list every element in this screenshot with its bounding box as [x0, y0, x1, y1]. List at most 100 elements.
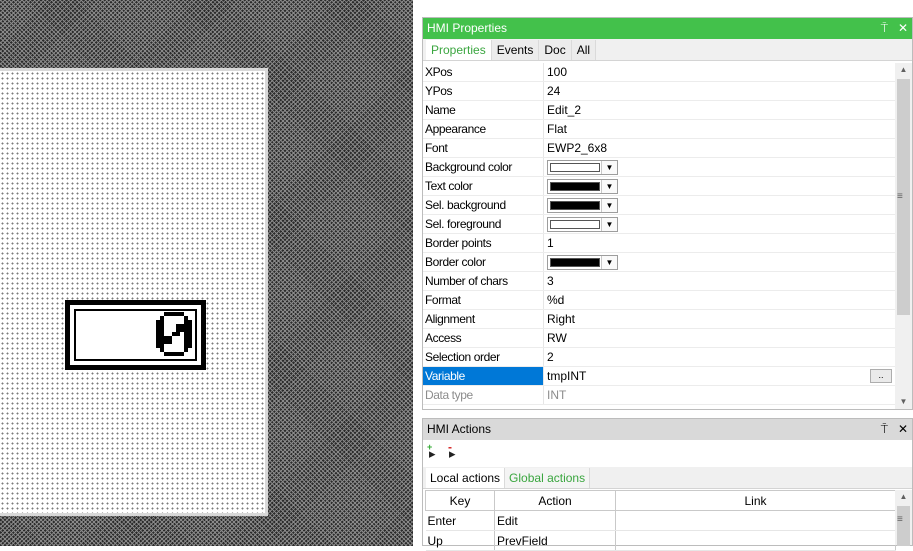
property-name[interactable]: Text color [423, 177, 544, 195]
color-picker-dropdown[interactable]: ▼ [547, 160, 618, 175]
edit-field-widget[interactable] [65, 300, 206, 370]
property-name[interactable]: Sel. background [423, 196, 544, 214]
chevron-down-icon[interactable]: ▼ [601, 256, 617, 269]
close-icon[interactable]: ✕ [898, 419, 908, 440]
color-picker-dropdown[interactable]: ▼ [547, 179, 618, 194]
property-row[interactable]: Border color ▼ [423, 253, 896, 272]
property-name[interactable]: Access [423, 329, 544, 347]
pin-icon[interactable]: ⍑ [881, 18, 888, 39]
properties-panel-title-bar[interactable]: HMI Properties ⍑ ✕ [423, 18, 912, 39]
property-row[interactable]: Number of chars 3 [423, 272, 896, 291]
property-name[interactable]: Font [423, 139, 544, 157]
action-key-cell[interactable]: Enter [425, 510, 495, 531]
property-row[interactable]: Alignment Right [423, 310, 896, 329]
tab-all[interactable]: All [571, 40, 597, 60]
property-row[interactable]: Format %d [423, 291, 896, 310]
tab-global-actions[interactable]: Global actions [505, 468, 591, 488]
properties-scrollbar[interactable]: ▲ ≡ ▼ [895, 63, 912, 409]
property-row[interactable]: Name Edit_2 [423, 101, 896, 120]
property-row[interactable]: Sel. background ▼ [423, 196, 896, 215]
property-value[interactable]: INT [544, 386, 896, 404]
property-value[interactable]: Right [544, 310, 896, 328]
property-row[interactable]: YPos 24 [423, 82, 896, 101]
property-name[interactable]: Variable [423, 367, 544, 385]
column-header-link[interactable]: Link [615, 490, 896, 511]
scroll-up-icon[interactable]: ▲ [895, 63, 912, 77]
tab-events[interactable]: Events [491, 40, 540, 60]
scroll-thumb[interactable] [897, 506, 910, 546]
property-value[interactable]: RW [544, 329, 896, 347]
property-row[interactable]: Font EWP2_6x8 [423, 139, 896, 158]
add-action-icon[interactable]: + ▸ [427, 442, 436, 462]
property-name[interactable]: Border points [423, 234, 544, 252]
property-row[interactable]: Appearance Flat [423, 120, 896, 139]
tab-properties[interactable]: Properties [426, 40, 492, 60]
property-value[interactable]: ▼ [544, 215, 896, 233]
property-name[interactable]: YPos [423, 82, 544, 100]
property-value[interactable]: 2 [544, 348, 896, 366]
property-value[interactable]: Flat [544, 120, 896, 138]
table-row[interactable]: Up PrevField [425, 530, 896, 551]
property-name[interactable]: Name [423, 101, 544, 119]
tab-doc[interactable]: Doc [539, 40, 572, 60]
property-name[interactable]: Data type [423, 386, 544, 404]
property-name[interactable]: Background color [423, 158, 544, 176]
property-name[interactable]: Appearance [423, 120, 544, 138]
property-name[interactable]: Sel. foreground [423, 215, 544, 233]
action-name-cell[interactable]: Edit [494, 510, 616, 531]
property-value[interactable]: ▼ [544, 177, 896, 195]
property-value[interactable]: 1 [544, 234, 896, 252]
property-value[interactable]: ▼ [544, 158, 896, 176]
property-row[interactable]: Access RW [423, 329, 896, 348]
property-row[interactable]: Text color ▼ [423, 177, 896, 196]
property-name[interactable]: XPos [423, 63, 544, 81]
property-value-text: EWP2_6x8 [547, 141, 608, 155]
property-row[interactable]: XPos 100 [423, 63, 896, 82]
property-row[interactable]: Data type INT [423, 386, 896, 405]
action-link-cell[interactable] [615, 530, 896, 551]
tab-local-actions[interactable]: Local actions [426, 468, 506, 488]
property-value[interactable]: EWP2_6x8 [544, 139, 896, 157]
property-row[interactable]: Selection order 2 [423, 348, 896, 367]
property-name[interactable]: Border color [423, 253, 544, 271]
close-icon[interactable]: ✕ [898, 18, 908, 39]
property-name[interactable]: Format [423, 291, 544, 309]
action-key-cell[interactable]: Up [425, 530, 495, 551]
hmi-screen-page[interactable] [0, 68, 268, 516]
chevron-down-icon[interactable]: ▼ [601, 180, 617, 193]
column-header-key[interactable]: Key [425, 490, 495, 511]
color-picker-dropdown[interactable]: ▼ [547, 217, 618, 232]
color-picker-dropdown[interactable]: ▼ [547, 198, 618, 213]
color-picker-dropdown[interactable]: ▼ [547, 255, 618, 270]
property-row[interactable]: Background color ▼ [423, 158, 896, 177]
property-name[interactable]: Selection order [423, 348, 544, 366]
property-value[interactable]: tmpINT.. [544, 367, 896, 385]
action-link-cell[interactable] [615, 510, 896, 531]
pin-icon[interactable]: ⍑ [881, 419, 888, 440]
property-value[interactable]: 100 [544, 63, 896, 81]
property-row[interactable]: Border points 1 [423, 234, 896, 253]
scroll-up-icon[interactable]: ▲ [895, 490, 912, 504]
property-value[interactable]: Edit_2 [544, 101, 896, 119]
scroll-down-icon[interactable]: ▼ [895, 395, 912, 409]
action-name-cell[interactable]: PrevField [494, 530, 616, 551]
property-value[interactable]: ▼ [544, 196, 896, 214]
column-header-action[interactable]: Action [494, 490, 616, 511]
chevron-down-icon[interactable]: ▼ [601, 199, 617, 212]
actions-scrollbar[interactable]: ▲ ≡ [895, 490, 912, 546]
browse-variable-button[interactable]: .. [870, 369, 892, 383]
property-value[interactable]: ▼ [544, 253, 896, 271]
remove-action-icon[interactable]: - ▸ [448, 440, 456, 462]
chevron-down-icon[interactable]: ▼ [601, 218, 617, 231]
property-value[interactable]: %d [544, 291, 896, 309]
table-row[interactable]: Enter Edit [425, 510, 896, 531]
chevron-down-icon[interactable]: ▼ [601, 161, 617, 174]
property-row[interactable]: Sel. foreground ▼ [423, 215, 896, 234]
design-canvas[interactable] [0, 0, 413, 546]
property-row[interactable]: Variable tmpINT.. [423, 367, 896, 386]
property-value[interactable]: 24 [544, 82, 896, 100]
property-name[interactable]: Number of chars [423, 272, 544, 290]
actions-panel-title-bar[interactable]: HMI Actions ⍑ ✕ [423, 419, 912, 440]
property-value[interactable]: 3 [544, 272, 896, 290]
property-name[interactable]: Alignment [423, 310, 544, 328]
